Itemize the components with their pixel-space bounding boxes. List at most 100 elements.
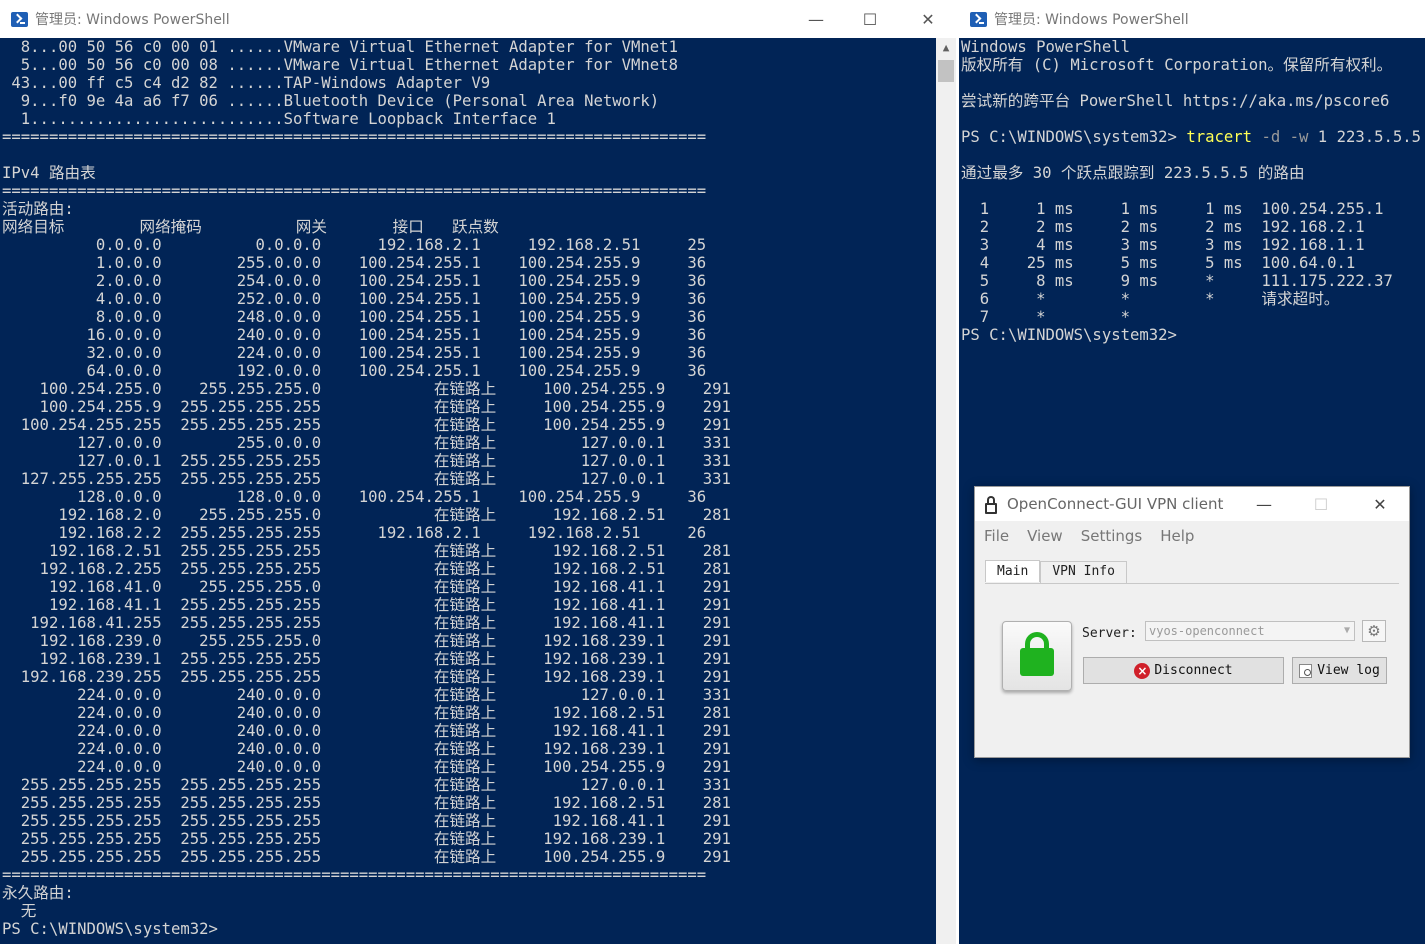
console-line: 尝试新的跨平台 PowerShell https://aka.ms/pscore… [961, 92, 1390, 110]
console-line: 1...........................Software Loo… [2, 110, 556, 128]
console-line: 255.255.255.255 255.255.255.255 在链路上 100… [2, 848, 731, 866]
dialog-title: OpenConnect-GUI VPN client [1007, 495, 1224, 513]
left-powershell-window: 管理员: Windows PowerShell — ☐ ✕ 8...00 50 … [0, 0, 956, 944]
console-line: 224.0.0.0 240.0.0.0 在链路上 127.0.0.1 331 [2, 686, 731, 704]
console-line: 127.255.255.255 255.255.255.255 在链路上 127… [2, 470, 731, 488]
console-line: ========================================… [2, 128, 707, 146]
right-window-title: 管理员: Windows PowerShell [994, 12, 1189, 28]
server-select[interactable]: vyos-openconnect ▼ [1145, 621, 1355, 641]
command-name: tracert [1186, 128, 1253, 146]
console-line: 9...f0 9e 4a a6 f7 06 ......Bluetooth De… [2, 92, 660, 110]
maximize-button[interactable]: ☐ [847, 0, 893, 38]
powershell-icon [970, 11, 987, 27]
flag-w: -w [1289, 128, 1309, 146]
console-line: 224.0.0.0 240.0.0.0 在链路上 192.168.239.1 2… [2, 740, 731, 758]
console-line: 100.254.255.9 255.255.255.255 在链路上 100.2… [2, 398, 731, 416]
console-line: 255.255.255.255 255.255.255.255 在链路上 192… [2, 830, 731, 848]
console-line: 192.168.2.2 255.255.255.255 192.168.2.1 … [2, 524, 707, 542]
console-line: PS C:\WINDOWS\system32> [2, 920, 218, 938]
disconnect-button[interactable]: × Disconnect [1083, 657, 1284, 684]
scroll-thumb[interactable] [938, 60, 954, 82]
console-line: 版权所有 (C) Microsoft Corporation。保留所有权利。 [961, 56, 1393, 74]
console-line: 192.168.239.0 255.255.255.0 在链路上 192.168… [2, 632, 731, 650]
dialog-menu-bar: File View Settings Help [975, 521, 1409, 551]
console-line: 4.0.0.0 252.0.0.0 100.254.255.1 100.254.… [2, 290, 707, 308]
console-line: 128.0.0.0 128.0.0.0 100.254.255.1 100.25… [2, 488, 707, 506]
right-console-lines-bottom: 通过最多 30 个跃点跟踪到 223.5.5.5 的路由 1 1 ms 1 ms… [959, 146, 1425, 344]
dialog-title-bar[interactable]: OpenConnect-GUI VPN client — ☐ ✕ [975, 487, 1409, 521]
console-line: 192.168.41.255 255.255.255.255 在链路上 192.… [2, 614, 731, 632]
console-line: 5 8 ms 9 ms * 111.175.222.37 [961, 272, 1393, 290]
right-console-lines-top: Windows PowerShell 版权所有 (C) Microsoft Cor… [959, 38, 1425, 128]
flag-d: -d [1261, 128, 1281, 146]
console-line: ========================================… [2, 182, 707, 200]
view-log-button[interactable]: View log [1292, 657, 1387, 684]
console-line: PS C:\WINDOWS\system32> [961, 326, 1177, 344]
left-window-title: 管理员: Windows PowerShell [35, 12, 230, 28]
console-line: 127.0.0.0 255.0.0.0 在链路上 127.0.0.1 331 [2, 434, 731, 452]
tab-vpn-info[interactable]: VPN Info [1040, 561, 1127, 583]
console-line: 5...00 50 56 c0 00 08 ......VMware Virtu… [2, 56, 678, 74]
close-button[interactable]: ✕ [905, 0, 951, 38]
gear-icon: ⚙ [1367, 622, 1381, 640]
console-line: 224.0.0.0 240.0.0.0 在链路上 100.254.255.9 2… [2, 758, 731, 776]
console-line: 255.255.255.255 255.255.255.255 在链路上 192… [2, 794, 731, 812]
right-title-bar[interactable]: 管理员: Windows PowerShell [959, 0, 1425, 38]
console-line: 192.168.2.255 255.255.255.255 在链路上 192.1… [2, 560, 731, 578]
console-line: 255.255.255.255 255.255.255.255 在链路上 127… [2, 776, 731, 794]
left-scrollbar[interactable]: ▲ [936, 38, 956, 944]
dialog-close-button[interactable]: ✕ [1357, 487, 1403, 521]
console-line: 4 25 ms 5 ms 5 ms 100.64.0.1 [961, 254, 1356, 272]
powershell-icon [11, 11, 28, 27]
dialog-tabs: Main VPN Info [985, 560, 1127, 583]
console-line: 64.0.0.0 192.0.0.0 100.254.255.1 100.254… [2, 362, 707, 380]
disconnect-icon: × [1134, 662, 1151, 679]
console-line: 活动路由: [2, 200, 74, 218]
menu-file[interactable]: File [984, 527, 1009, 545]
console-line: 8.0.0.0 248.0.0.0 100.254.255.1 100.254.… [2, 308, 707, 326]
tab-main[interactable]: Main [985, 560, 1041, 582]
console-line: 192.168.2.0 255.255.255.0 在链路上 192.168.2… [2, 506, 731, 524]
console-line: 100.254.255.255 255.255.255.255 在链路上 100… [2, 416, 731, 434]
console-line: 192.168.41.1 255.255.255.255 在链路上 192.16… [2, 596, 731, 614]
chevron-down-icon: ▼ [1343, 625, 1350, 636]
console-line: 100.254.255.0 255.255.255.0 在链路上 100.254… [2, 380, 731, 398]
console-line: 1.0.0.0 255.0.0.0 100.254.255.1 100.254.… [2, 254, 707, 272]
arg-w-value: 1 [1317, 128, 1328, 146]
console-line: 2.0.0.0 254.0.0.0 100.254.255.1 100.254.… [2, 272, 707, 290]
connection-status-button[interactable] [1002, 621, 1072, 691]
openconnect-dialog: OpenConnect-GUI VPN client — ☐ ✕ File Vi… [974, 486, 1410, 758]
console-line: Windows PowerShell [961, 38, 1130, 56]
server-label: Server: [1082, 626, 1137, 641]
left-console-output[interactable]: 8...00 50 56 c0 00 01 ......VMware Virtu… [0, 38, 936, 944]
right-powershell-window: 管理员: Windows PowerShell Windows PowerShe… [959, 0, 1425, 944]
scroll-up-arrow-icon[interactable]: ▲ [936, 40, 956, 56]
minimize-button[interactable]: — [793, 0, 839, 38]
console-line: 2 2 ms 2 ms 2 ms 192.168.2.1 [961, 218, 1365, 236]
console-line: 1 1 ms 1 ms 1 ms 100.254.255.1 [961, 200, 1384, 218]
console-line: 通过最多 30 个跃点跟踪到 223.5.5.5 的路由 [961, 164, 1305, 182]
server-settings-button[interactable]: ⚙ [1362, 620, 1386, 642]
menu-settings[interactable]: Settings [1081, 527, 1143, 545]
console-line: 32.0.0.0 224.0.0.0 100.254.255.1 100.254… [2, 344, 707, 362]
console-line: 192.168.239.1 255.255.255.255 在链路上 192.1… [2, 650, 731, 668]
locked-padlock-icon [1020, 648, 1054, 676]
lock-icon [985, 495, 997, 514]
menu-help[interactable]: Help [1160, 527, 1194, 545]
console-line: 192.168.239.255 255.255.255.255 在链路上 192… [2, 668, 731, 686]
console-line: 3 4 ms 3 ms 3 ms 192.168.1.1 [961, 236, 1365, 254]
dialog-maximize-button[interactable]: ☐ [1298, 487, 1344, 521]
console-line: 7 * * [961, 308, 1130, 326]
left-title-bar[interactable]: 管理员: Windows PowerShell — ☐ ✕ [0, 0, 956, 38]
console-line: 192.168.41.0 255.255.255.0 在链路上 192.168.… [2, 578, 731, 596]
menu-view[interactable]: View [1027, 527, 1063, 545]
dialog-minimize-button[interactable]: — [1241, 487, 1287, 521]
console-line: ========================================… [2, 866, 707, 884]
left-console-lines: 8...00 50 56 c0 00 01 ......VMware Virtu… [0, 38, 936, 938]
console-line: 224.0.0.0 240.0.0.0 在链路上 192.168.41.1 29… [2, 722, 731, 740]
target-address: 223.5.5.5 [1336, 128, 1422, 146]
